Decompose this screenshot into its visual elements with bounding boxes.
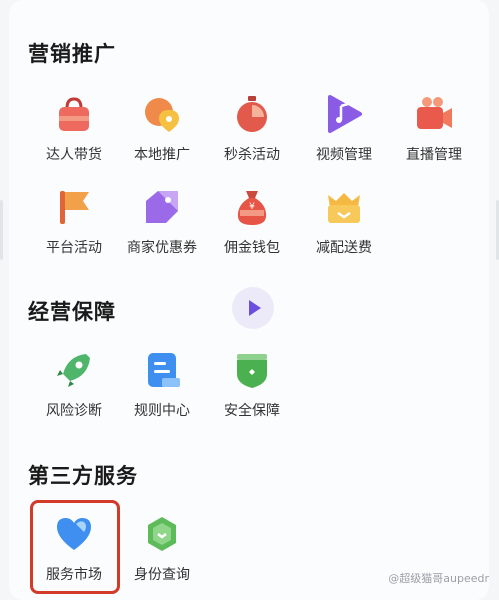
tile-identity-query[interactable]: 身份查询 [116,514,208,600]
left-edge-indicator [0,200,3,260]
tile-label: 平台活动 [46,240,102,256]
tile-platform-activity[interactable]: 平台活动 [28,187,120,273]
stopwatch-icon [237,96,267,132]
money-bag-icon: ¥ [237,191,267,225]
id-badge-icon [148,517,176,551]
tile-local-promotion[interactable]: 本地推广 [116,94,208,180]
section-title-marketing: 营销推广 [28,42,116,66]
tile-label: 风险诊断 [46,403,102,419]
crown-box-icon [328,193,360,223]
location-pin-icon [145,98,179,132]
tile-service-market[interactable]: 服务市场 [28,514,120,600]
tile-merchant-coupon[interactable]: 商家优惠券 [116,187,208,273]
tile-video-management[interactable]: 视频管理 [298,94,390,180]
heart-icon [57,518,91,550]
play-button[interactable] [232,287,274,329]
tile-label: 达人带货 [46,147,102,163]
tile-label: 安全保障 [224,403,280,419]
rocket-icon [57,354,90,387]
tile-label: 佣金钱包 [224,240,280,256]
document-icon [148,353,180,387]
coupon-tag-icon [146,191,178,223]
tile-flash-sale[interactable]: 秒杀活动 [206,94,298,180]
tile-label: 本地推广 [134,147,190,163]
tile-live-management[interactable]: 直播管理 [388,94,480,180]
tile-risk-diagnosis[interactable]: 风险诊断 [28,350,120,436]
video-camera-icon [417,97,452,129]
tile-label: 服务市场 [46,567,102,583]
tile-label: 秒杀活动 [224,147,280,163]
tile-reduce-delivery-fee[interactable]: 减配送费 [298,187,390,273]
section-title-thirdparty: 第三方服务 [28,464,138,488]
section-title-operation: 经营保障 [28,300,116,324]
tile-label: 视频管理 [316,147,372,163]
tile-label: 直播管理 [406,147,462,163]
tile-commission-wallet[interactable]: ¥ 佣金钱包 [206,187,298,273]
shopping-bag-icon [59,97,89,131]
tile-label: 身份查询 [134,567,190,583]
wallet-glyph: ¥ [249,202,255,212]
tile-label: 规则中心 [134,403,190,419]
shield-icon [237,354,267,388]
tile-security-guarantee[interactable]: 安全保障 [206,350,298,436]
play-icon [249,300,261,316]
tile-label: 减配送费 [316,240,372,256]
watermark: @超级猫哥aupeedr [388,572,489,585]
tile-influencer-sales[interactable]: 达人带货 [28,94,120,180]
video-play-icon [328,95,362,133]
flag-icon [60,191,89,224]
tile-label: 商家优惠券 [127,240,197,256]
tile-rules-center[interactable]: 规则中心 [116,350,208,436]
